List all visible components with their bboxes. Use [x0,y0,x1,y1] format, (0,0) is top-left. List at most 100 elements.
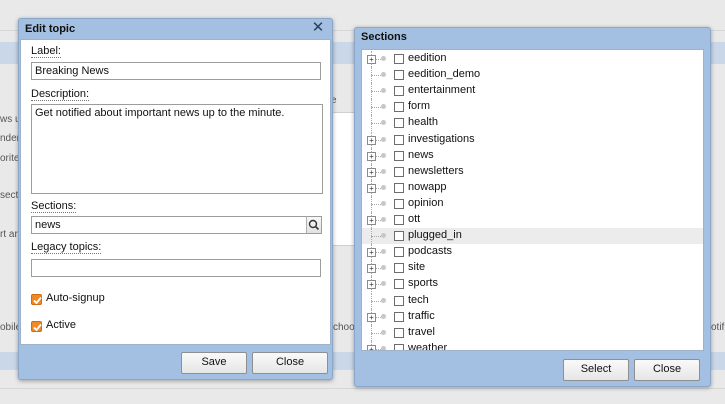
expand-icon[interactable]: + [367,280,376,290]
background-text: sect [0,190,19,201]
tree-item-label: travel [408,325,435,338]
node-icon [381,217,386,222]
tree-item-checkbox[interactable] [394,166,404,177]
tree-item-label: entertainment [408,84,476,97]
checkmark-icon [33,323,42,332]
auto-signup-label: Auto-signup [46,292,105,304]
tree-item-traffic[interactable]: + traffic [362,308,703,325]
tree-item-plugged-in[interactable]: plugged_in [362,228,703,245]
edit-topic-form: Label: Breaking News Description: Get no… [20,39,331,345]
tree-item-sports[interactable]: + sports [362,276,703,293]
expand-icon[interactable]: + [367,151,376,161]
tree-item-label: investigations [408,132,475,145]
tree-item-eedition-demo[interactable]: eedition_demo [362,67,703,84]
background-panel [332,112,356,246]
tree-item-entertainment[interactable]: entertainment [362,83,703,100]
node-icon [381,104,386,110]
background-text: orite [0,153,20,164]
checkmark-icon [33,296,42,305]
node-icon [381,56,386,61]
tree-item-checkbox[interactable] [394,263,404,274]
tree-item-weather[interactable]: + weather [362,340,703,350]
tree-item-label: eedition [408,52,447,64]
select-button[interactable]: Select [563,359,629,381]
sections-search-button[interactable] [306,216,322,234]
tree-item-checkbox[interactable] [394,279,404,290]
background-text: rt ar [0,229,18,240]
close-button[interactable]: Close [634,359,700,381]
tree-item-checkbox[interactable] [394,70,404,81]
tree-item-investigations[interactable]: + investigations [362,131,703,148]
tree-item-eedition[interactable]: + eedition [362,51,703,67]
search-icon [308,219,320,231]
tree-item-label: traffic [408,309,435,322]
save-button[interactable]: Save [181,352,247,374]
tree-item-nowapp[interactable]: + nowapp [362,179,703,196]
tree-item-label: form [408,100,430,113]
expand-icon[interactable]: + [367,183,376,193]
expand-icon[interactable]: + [367,248,376,258]
tree-item-label: tech [408,293,429,306]
legacy-topics-caption: Legacy topics: [31,241,102,254]
tree-item-checkbox[interactable] [394,134,404,145]
tree-item-checkbox[interactable] [394,150,404,161]
tree-item-checkbox[interactable] [394,311,404,322]
node-icon [381,265,386,271]
tree-item-checkbox[interactable] [394,327,404,338]
expand-icon[interactable]: + [367,167,376,177]
tree-item-checkbox[interactable] [394,118,404,129]
node-icon [381,281,386,287]
tree-item-label: ott [408,213,421,225]
expand-icon[interactable]: + [367,344,376,350]
sections-field-caption: Sections: [31,200,77,213]
tree-item-checkbox[interactable] [394,215,404,225]
tree-item-form[interactable]: form [362,99,703,116]
tree-item-newsletters[interactable]: + newsletters [362,163,703,180]
node-icon [381,297,386,303]
tree-item-checkbox[interactable] [394,295,404,306]
node-icon [381,233,386,239]
label-input[interactable]: Breaking News [31,62,321,80]
tree-item-checkbox[interactable] [394,86,404,97]
expand-icon[interactable]: + [367,264,376,274]
tree-item-label: sports [408,277,438,290]
tree-item-checkbox[interactable] [394,182,404,193]
expand-icon[interactable]: + [367,216,376,225]
background-text: choo [333,322,355,333]
tree-item-news[interactable]: + news [362,147,703,164]
tree-item-podcasts[interactable]: + podcasts [362,244,703,261]
tree-item-tech[interactable]: tech [362,292,703,309]
tree-item-checkbox[interactable] [394,102,404,113]
tree-item-checkbox[interactable] [394,54,404,64]
description-textarea[interactable]: Get notified about important news up to … [31,104,323,194]
active-checkbox[interactable] [31,321,42,332]
close-icon[interactable]: ✕ [311,20,325,36]
tree-item-label: opinion [408,196,444,209]
tree-item-site[interactable]: + site [362,260,703,277]
sections-input[interactable]: news [31,216,307,234]
tree-item-travel[interactable]: travel [362,324,703,341]
node-icon [381,184,386,190]
node-icon [381,152,386,158]
dialog-title: Sections [361,31,407,43]
tree-item-opinion[interactable]: opinion [362,195,703,212]
tree-item-label: health [408,116,438,129]
expand-icon[interactable]: + [367,135,376,145]
auto-signup-checkbox[interactable] [31,294,42,305]
expand-icon[interactable]: + [367,312,376,322]
tree-item-checkbox[interactable] [394,198,404,209]
tree-item-ott[interactable]: + ott [362,212,703,228]
expand-icon[interactable]: + [367,55,376,64]
active-label: Active [46,319,76,331]
tree-item-checkbox[interactable] [394,247,404,258]
tree-item-checkbox[interactable] [394,231,404,242]
close-button[interactable]: Close [252,352,328,374]
node-icon [381,313,386,319]
tree-item-label: nowapp [408,180,447,193]
tree-item-checkbox[interactable] [394,343,404,350]
legacy-topics-input[interactable] [31,259,321,277]
node-icon [381,249,386,255]
tree-item-health[interactable]: health [362,115,703,132]
tree-item-label: podcasts [408,245,453,258]
sections-dialog: Sections + eedition eedition_demo entertain… [354,27,711,387]
